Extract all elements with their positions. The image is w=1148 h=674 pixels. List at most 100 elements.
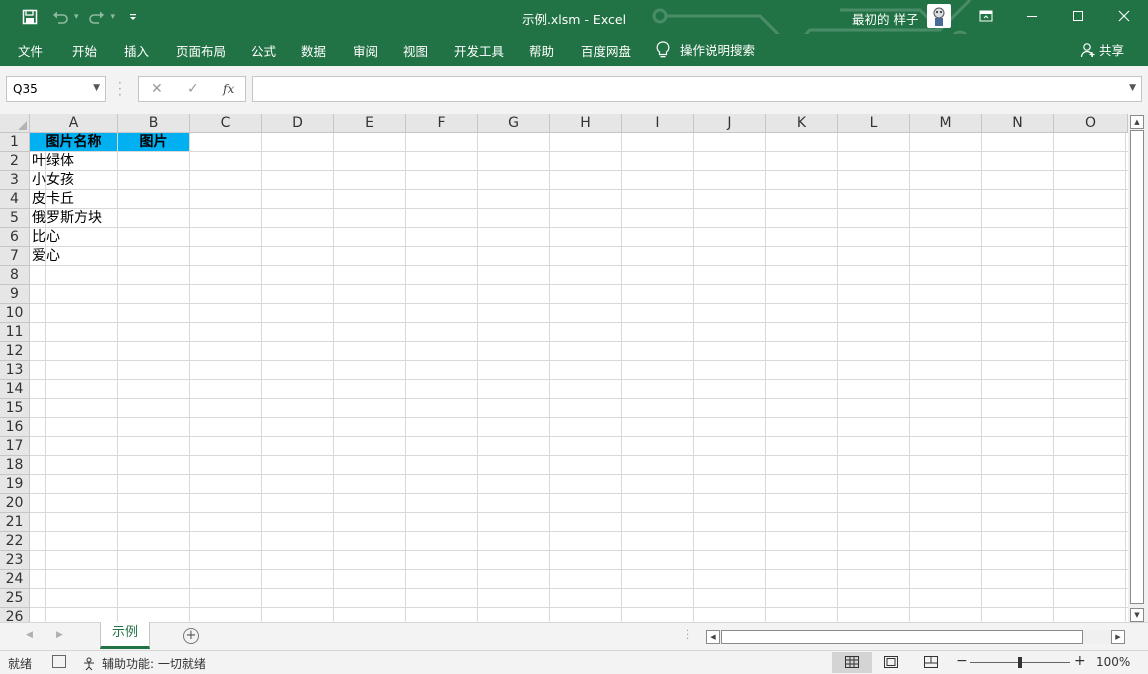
expand-formula-bar-icon[interactable]: ▼	[1129, 83, 1136, 93]
row-header[interactable]: 23	[0, 551, 30, 570]
cancel-icon[interactable]: ✕	[151, 81, 163, 97]
undo-dropdown-icon[interactable]: ▾	[74, 12, 79, 22]
name-box-dropdown-icon[interactable]: ▼	[93, 83, 100, 93]
macro-record-icon[interactable]	[52, 655, 66, 668]
minimize-button[interactable]	[1010, 0, 1054, 32]
column-header[interactable]: H	[550, 114, 622, 133]
cell-a1[interactable]: 图片名称	[30, 133, 117, 151]
cell-a7[interactable]: 爱心	[32, 247, 118, 265]
tab-page-layout[interactable]: 页面布局	[176, 41, 226, 60]
column-header[interactable]: G	[478, 114, 550, 133]
row-header[interactable]: 11	[0, 323, 30, 342]
zoom-in-icon[interactable]: +	[1074, 653, 1086, 669]
row-header[interactable]: 15	[0, 399, 30, 418]
row-header[interactable]: 20	[0, 494, 30, 513]
column-header[interactable]: K	[766, 114, 838, 133]
tab-data[interactable]: 数据	[301, 41, 326, 60]
column-header[interactable]: M	[910, 114, 982, 133]
column-header[interactable]: J	[694, 114, 766, 133]
row-header[interactable]: 4	[0, 190, 30, 209]
row-header[interactable]: 2	[0, 152, 30, 171]
row-header[interactable]: 10	[0, 304, 30, 323]
previous-sheet-icon[interactable]: ◀	[26, 630, 33, 640]
row-header[interactable]: 3	[0, 171, 30, 190]
row-header[interactable]: 8	[0, 266, 30, 285]
zoom-level[interactable]: 100%	[1096, 655, 1130, 669]
row-header[interactable]: 21	[0, 513, 30, 532]
column-header[interactable]: N	[982, 114, 1054, 133]
row-header[interactable]: 18	[0, 456, 30, 475]
tell-me-search[interactable]: 操作说明搜索	[656, 40, 755, 59]
scroll-left-icon[interactable]: ◀	[706, 630, 720, 644]
row-header[interactable]: 1	[0, 133, 30, 152]
tab-developer[interactable]: 开发工具	[454, 41, 504, 60]
tab-file[interactable]: 文件	[18, 41, 43, 60]
add-sheet-icon[interactable]: +	[183, 628, 199, 644]
normal-view-button[interactable]	[845, 655, 859, 668]
zoom-slider-thumb[interactable]	[1018, 657, 1022, 668]
share-button[interactable]: 共享	[1080, 40, 1124, 59]
zoom-out-icon[interactable]: −	[956, 653, 968, 669]
accessibility-status[interactable]: 辅助功能: 一切就绪	[82, 655, 206, 672]
cell-a3[interactable]: 小女孩	[32, 171, 118, 189]
redo-button[interactable]	[85, 7, 109, 27]
tab-formulas[interactable]: 公式	[251, 41, 276, 60]
horizontal-scrollbar[interactable]: ◀ ▶	[705, 630, 1125, 644]
customize-qat-button[interactable]	[121, 7, 145, 27]
column-header[interactable]: L	[838, 114, 910, 133]
row-header[interactable]: 26	[0, 608, 30, 622]
row-header[interactable]: 17	[0, 437, 30, 456]
undo-button[interactable]	[48, 7, 72, 27]
page-layout-view-button[interactable]	[884, 655, 898, 668]
tab-home[interactable]: 开始	[72, 41, 97, 60]
row-header[interactable]: 19	[0, 475, 30, 494]
cell-a6[interactable]: 比心	[32, 228, 118, 246]
column-header[interactable]: O	[1054, 114, 1128, 133]
scroll-up-icon[interactable]: ▲	[1130, 115, 1144, 129]
column-header[interactable]: B	[118, 114, 190, 133]
name-box[interactable]: Q35 ▼	[6, 76, 106, 102]
formula-input[interactable]: ▼	[252, 76, 1142, 102]
column-header[interactable]: E	[334, 114, 406, 133]
row-header[interactable]: 24	[0, 570, 30, 589]
column-header[interactable]: D	[262, 114, 334, 133]
tab-review[interactable]: 审阅	[353, 41, 378, 60]
column-header[interactable]: C	[190, 114, 262, 133]
select-all-button[interactable]	[0, 114, 30, 133]
tab-splitter[interactable]: · · ·	[686, 627, 689, 645]
row-header[interactable]: 7	[0, 247, 30, 266]
cell-a5[interactable]: 俄罗斯方块	[32, 209, 118, 227]
row-header[interactable]: 16	[0, 418, 30, 437]
row-header[interactable]: 5	[0, 209, 30, 228]
next-sheet-icon[interactable]: ▶	[56, 630, 63, 640]
insert-function-button[interactable]: fx	[223, 82, 234, 96]
row-header[interactable]: 22	[0, 532, 30, 551]
cell-b1[interactable]: 图片	[118, 133, 189, 151]
row-header[interactable]: 13	[0, 361, 30, 380]
scroll-right-icon[interactable]: ▶	[1111, 630, 1125, 644]
cell-a4[interactable]: 皮卡丘	[32, 190, 118, 208]
avatar[interactable]	[927, 4, 951, 28]
tab-view[interactable]: 视图	[403, 41, 428, 60]
cell-a2[interactable]: 叶绿体	[32, 152, 118, 170]
column-header[interactable]: A	[30, 114, 118, 133]
row-header[interactable]: 14	[0, 380, 30, 399]
row-header[interactable]: 12	[0, 342, 30, 361]
enter-icon[interactable]: ✓	[187, 81, 199, 97]
column-header[interactable]: F	[406, 114, 478, 133]
scroll-down-icon[interactable]: ▼	[1130, 608, 1144, 622]
close-button[interactable]	[1102, 0, 1146, 32]
row-header[interactable]: 9	[0, 285, 30, 304]
page-break-view-button[interactable]	[924, 655, 938, 668]
redo-dropdown-icon[interactable]: ▾	[111, 12, 116, 22]
column-header[interactable]: I	[622, 114, 694, 133]
formula-bar-splitter[interactable]: · · ·	[118, 77, 122, 101]
row-header[interactable]: 6	[0, 228, 30, 247]
horizontal-scroll-thumb[interactable]	[721, 630, 1083, 644]
user-name[interactable]: 最初的 样子	[852, 9, 918, 28]
spreadsheet-grid[interactable]: A B C D E F G H I J K L M N O 1 2 3 4 5 …	[0, 114, 1128, 622]
vertical-scrollbar[interactable]: ▲ ▼	[1128, 114, 1148, 622]
tab-baidu-netdisk[interactable]: 百度网盘	[581, 41, 631, 60]
row-header[interactable]: 25	[0, 589, 30, 608]
vertical-scroll-thumb[interactable]	[1130, 130, 1144, 604]
